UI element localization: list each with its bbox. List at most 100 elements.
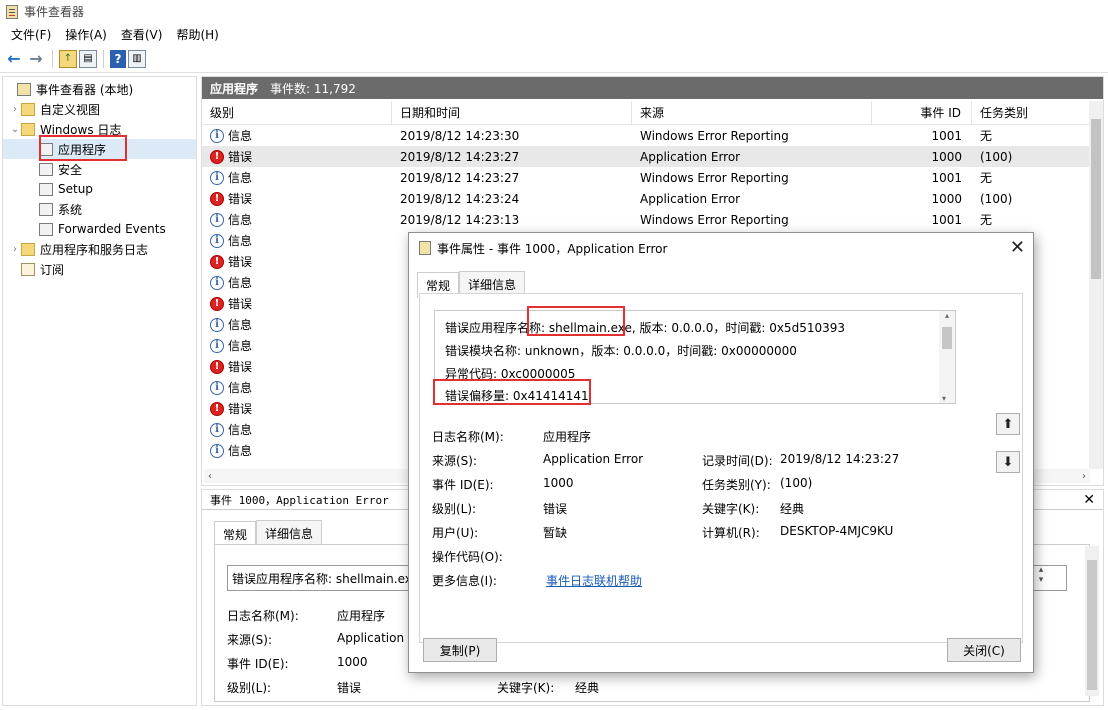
event-id-label: 事件 ID(E): [432, 478, 494, 492]
detail-vertical-scrollbar[interactable] [1085, 546, 1099, 696]
cell-task: (100) [972, 192, 1090, 206]
collapsed-chevron-icon[interactable]: › [9, 244, 21, 255]
tree-item-security[interactable]: 安全 [3, 159, 196, 179]
info-icon: i [210, 128, 224, 143]
menu-file[interactable]: 文件(F) [4, 26, 58, 43]
table-row[interactable]: ! 错误 2019/8/12 14:23:27 Application Error 10… [202, 146, 1090, 167]
menu-help[interactable]: 帮助(H) [169, 26, 225, 43]
more-info-link[interactable]: 事件日志联机帮助 [546, 572, 642, 589]
cell-level-text: 信息 [228, 234, 253, 248]
menu-action[interactable]: 操作(A) [58, 26, 114, 43]
cell-level: i 信息 [202, 211, 392, 228]
message-line-module: 错误模块名称: unknown，版本: 0.0.0.0，时间戳: 0x00000… [445, 344, 797, 358]
tree-item-subscriptions[interactable]: 订阅 [3, 259, 196, 279]
table-row[interactable]: i 信息 2019/8/12 14:23:30 Windows Error Repor… [202, 125, 1090, 146]
table-row[interactable]: ! 错误 2019/8/12 14:23:24 Application Error 10… [202, 188, 1090, 209]
event-properties-dialog: 事件属性 - 事件 1000，Application Error ✕ 常规 详细… [408, 232, 1034, 673]
detail-event-id-label: 事件 ID(E): [227, 657, 289, 671]
cell-level-text: 错误 [228, 255, 253, 269]
cell-level-text: 错误 [228, 192, 253, 206]
down-arrow-icon: ⬇ [1002, 454, 1014, 470]
table-row[interactable]: i 信息 2019/8/12 14:23:13 Windows Error Repor… [202, 209, 1090, 230]
scroll-left-icon[interactable]: ‹ [208, 471, 212, 482]
column-header-date[interactable]: 日期和时间 [392, 101, 632, 124]
detail-source-label: 来源(S): [227, 633, 273, 647]
cell-date: 2019/8/12 14:23:27 [392, 150, 632, 164]
grid-header: 级别 日期和时间 来源 事件 ID 任务类别 [202, 101, 1090, 125]
event-viewer-icon [17, 82, 31, 96]
column-header-task[interactable]: 任务类别 [972, 101, 1090, 124]
source-value: Application Error [543, 452, 644, 466]
tree-item-setup[interactable]: Setup [3, 179, 196, 199]
info-icon: i [210, 317, 224, 332]
previous-event-button[interactable]: ⬆ [996, 413, 1020, 435]
up-folder-icon[interactable]: ↑ [59, 49, 77, 68]
cell-level: i 信息 [202, 127, 392, 144]
vertical-scrollbar[interactable] [1089, 101, 1103, 469]
column-header-level[interactable]: 级别 [202, 101, 392, 124]
tree-item-app-service-logs[interactable]: › 应用程序和服务日志 [3, 239, 196, 259]
cell-source-text: Application Error [640, 149, 741, 164]
cell-level-text: 信息 [228, 318, 253, 332]
tree-root[interactable]: 事件查看器 (本地) [3, 79, 196, 99]
logged-value: 2019/8/12 14:23:27 [780, 452, 900, 466]
cell-source-text: Application Error [640, 191, 741, 206]
event-viewer-icon [419, 241, 431, 255]
task-label: 任务类别(Y): [702, 478, 771, 492]
message-scrollbar[interactable]: ▴ ▾ [939, 311, 955, 403]
cell-event-id-text: 1001 [931, 128, 962, 143]
cell-level-text: 信息 [228, 339, 253, 353]
scroll-thumb[interactable] [1087, 560, 1097, 690]
cell-event-id: 1000 [872, 150, 972, 164]
cell-task: 无 [972, 169, 1090, 186]
close-icon[interactable]: ✕ [1010, 237, 1025, 258]
detail-level: 错误 [337, 681, 362, 695]
tree-item-custom-views[interactable]: › 自定义视图 [3, 99, 196, 119]
scroll-down-icon[interactable]: ▾ [942, 394, 946, 403]
cell-source: Windows Error Reporting [632, 213, 872, 227]
tree-item-forwarded-events[interactable]: Forwarded Events [3, 219, 196, 239]
column-header-source[interactable]: 来源 [632, 101, 872, 124]
scroll-thumb[interactable] [1091, 119, 1101, 279]
cell-source: Application Error [632, 150, 872, 164]
cell-event-id: 1001 [872, 129, 972, 143]
show-hide-tree-icon[interactable]: ▤ [79, 49, 97, 68]
cell-date: 2019/8/12 14:23:13 [392, 213, 632, 227]
computer-value: DESKTOP-4MJC9KU [780, 524, 894, 538]
table-row[interactable]: i 信息 2019/8/12 14:23:27 Windows Error Repor… [202, 167, 1090, 188]
info-icon: i [210, 212, 224, 227]
back-arrow-icon[interactable]: ← [4, 49, 24, 69]
next-event-button[interactable]: ⬇ [996, 451, 1020, 473]
scroll-right-icon[interactable]: › [1082, 471, 1086, 482]
menu-view[interactable]: 查看(V) [114, 26, 170, 43]
cell-level-text: 错误 [228, 297, 253, 311]
cell-level: ! 错误 [202, 400, 392, 417]
message-box[interactable]: 错误应用程序名称: shellmain.exe, 版本: 0.0.0.0，时间戳… [433, 306, 956, 405]
menu-bar: 文件(F) 操作(A) 查看(V) 帮助(H) [0, 23, 1108, 45]
cell-event-id: 1001 [872, 171, 972, 185]
cell-level: i 信息 [202, 169, 392, 186]
expanded-chevron-icon[interactable]: ⌄ [9, 124, 21, 135]
detail-msg-scroll[interactable]: ▴ ▾ [1033, 565, 1049, 591]
dialog-general-panel: 错误应用程序名称: shellmain.exe, 版本: 0.0.0.0，时间戳… [419, 293, 1023, 643]
close-icon[interactable]: ✕ [1083, 492, 1095, 508]
tree-item-system[interactable]: 系统 [3, 199, 196, 219]
show-action-pane-icon[interactable]: ▥ [128, 49, 146, 68]
help-icon[interactable]: ? [110, 49, 126, 68]
copy-button[interactable]: 复制(P) [423, 638, 497, 662]
message-text: 版本: 0.0.0.0，时间戳: 0x5d510393 [635, 321, 846, 335]
cell-date-text: 2019/8/12 14:23:30 [400, 128, 520, 143]
tree-item-label: 系统 [58, 202, 83, 217]
forward-arrow-icon[interactable]: → [26, 49, 46, 69]
scroll-up-icon[interactable]: ▴ [945, 311, 949, 320]
close-button[interactable]: 关闭(C) [947, 638, 1021, 662]
log-name-value: 应用程序 [543, 430, 592, 444]
detail-log-name: 应用程序 [337, 609, 386, 623]
tab-details[interactable]: 详细信息 [256, 520, 323, 546]
scroll-thumb[interactable] [942, 327, 952, 349]
collapsed-chevron-icon[interactable]: › [9, 104, 21, 115]
column-header-event-id[interactable]: 事件 ID [872, 101, 972, 124]
cell-task-text: 无 [980, 171, 993, 185]
info-icon: i [210, 422, 224, 437]
keywords-value: 经典 [780, 502, 805, 516]
